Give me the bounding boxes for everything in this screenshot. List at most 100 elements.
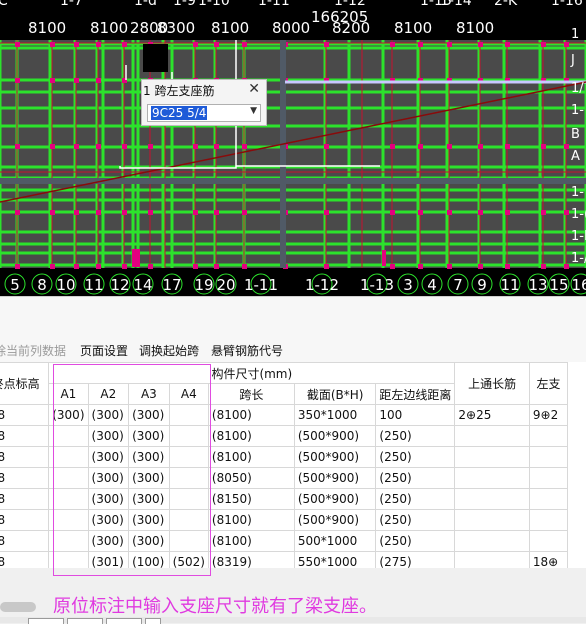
cell-top[interactable] — [454, 488, 530, 510]
cell-section[interactable]: 500*1000 — [293, 530, 377, 552]
cell-elev[interactable]: 1.8 — [0, 404, 50, 426]
cell-a4[interactable] — [168, 404, 209, 426]
table-row[interactable]: 1.8 (300)(300) (8150)(500*900)(250) — [0, 488, 569, 510]
cell-a4[interactable] — [168, 467, 209, 489]
cell-span[interactable]: (8319) — [207, 551, 295, 568]
cell-span[interactable]: (8100) — [207, 404, 295, 426]
cell-a4[interactable] — [168, 509, 209, 531]
cell-a3[interactable]: (300) — [128, 425, 170, 447]
cell-dist[interactable]: (275) — [375, 551, 456, 568]
cell-a2[interactable]: (301) — [87, 551, 130, 568]
cell-top[interactable] — [454, 425, 530, 447]
cad-canvas[interactable]: 1-C1-71-d1-91-101-111-121-131-142-K1-161… — [0, 0, 586, 296]
cell-a4[interactable] — [168, 425, 209, 447]
table-row[interactable]: 1.8 (300)(300) (8050)(500*900)(250) — [0, 467, 569, 489]
table-row[interactable]: 1.8 (300)(300) (8100)(500*900)(250) — [0, 509, 569, 531]
cell-section[interactable]: (500*900) — [293, 425, 377, 447]
cell-a4[interactable]: (502) — [168, 551, 209, 568]
dropdown-arrow-icon[interactable]: ▼ — [250, 106, 257, 116]
cell-a2[interactable]: (300) — [87, 488, 130, 510]
cell-section[interactable]: (500*900) — [293, 488, 377, 510]
cell-elev[interactable]: 1.8 — [0, 446, 50, 468]
horizontal-scrollbar[interactable] — [0, 602, 36, 612]
cell-a2[interactable]: (300) — [87, 425, 130, 447]
cell-a3[interactable]: (100) — [128, 551, 170, 568]
table-row[interactable]: 1.8 (300)(300) (8100)500*1000(250) — [0, 530, 569, 552]
cell-section[interactable]: 350*1000 — [293, 404, 377, 426]
cell-span[interactable]: (8100) — [207, 446, 295, 468]
cell-elev[interactable]: 1.8 — [0, 425, 50, 447]
cell-a4[interactable] — [168, 446, 209, 468]
cell-a3[interactable]: (300) — [128, 509, 170, 531]
cell-dist[interactable]: (250) — [375, 425, 456, 447]
cell-a1[interactable] — [48, 467, 89, 489]
cell-left[interactable] — [528, 467, 569, 489]
cell-elev[interactable]: 1.8 — [0, 467, 50, 489]
table-row[interactable]: 1.8(300)(300)(300)(8100)350*10001002⊕259… — [0, 404, 569, 426]
cell-span[interactable]: (8050) — [207, 467, 295, 489]
cell-a4[interactable] — [168, 488, 209, 510]
cell-top[interactable] — [454, 530, 530, 552]
cell-a1[interactable] — [48, 425, 89, 447]
cell-elev[interactable]: 1.8 — [0, 551, 50, 568]
cell-span[interactable]: (8100) — [207, 530, 295, 552]
cell-top[interactable] — [454, 467, 530, 489]
cell-dist[interactable]: (250) — [375, 530, 456, 552]
sheet-tab[interactable] — [28, 618, 64, 624]
cell-a2[interactable]: (300) — [87, 467, 130, 489]
cell-a1[interactable] — [48, 551, 89, 568]
cell-a1[interactable] — [48, 488, 89, 510]
cell-a2[interactable]: (300) — [87, 446, 130, 468]
rebar-input-value[interactable]: 9C25 5/4 — [151, 106, 208, 120]
cell-dist[interactable]: (250) — [375, 509, 456, 531]
cell-elev[interactable]: 1.8 — [0, 509, 50, 531]
cell-top[interactable] — [454, 551, 530, 568]
cell-a1[interactable] — [48, 446, 89, 468]
cell-top[interactable] — [454, 446, 530, 468]
cell-a1[interactable] — [48, 509, 89, 531]
sheet-tab[interactable] — [106, 618, 142, 624]
cell-section[interactable]: (500*900) — [293, 467, 377, 489]
cell-a3[interactable]: (300) — [128, 404, 170, 426]
cell-left[interactable] — [528, 488, 569, 510]
cell-a1[interactable] — [48, 530, 89, 552]
cell-top[interactable] — [454, 509, 530, 531]
cell-a2[interactable]: (300) — [87, 530, 130, 552]
close-icon[interactable]: ✕ — [248, 81, 260, 97]
cell-section[interactable]: (500*900) — [293, 446, 377, 468]
cell-a3[interactable]: (300) — [128, 530, 170, 552]
table-row[interactable]: 1.8 (300)(300) (8100)(500*900)(250) — [0, 446, 569, 468]
cell-span[interactable]: (8100) — [207, 509, 295, 531]
cell-dist[interactable]: (250) — [375, 446, 456, 468]
cell-left[interactable] — [528, 425, 569, 447]
sheet-tab[interactable] — [145, 618, 161, 624]
cell-dist[interactable]: (250) — [375, 488, 456, 510]
cell-left[interactable]: 18⊕ — [528, 551, 569, 568]
page-setup-button[interactable]: 页面设置 — [80, 342, 128, 359]
cell-a2[interactable]: (300) — [87, 509, 130, 531]
clear-column-button[interactable]: 除当前列数据 — [0, 342, 66, 359]
cell-elev[interactable]: 1.8 — [0, 530, 50, 552]
cell-a2[interactable]: (300) — [87, 404, 130, 426]
cell-span[interactable]: (8150) — [207, 488, 295, 510]
cell-top[interactable]: 2⊕25 — [454, 404, 530, 426]
rebar-input[interactable]: 9C25 5/4 ▼ — [147, 104, 261, 122]
cell-a3[interactable]: (300) — [128, 446, 170, 468]
cell-left[interactable]: 9⊕2 — [528, 404, 569, 426]
table-row[interactable]: 1.8 (300)(300) (8100)(500*900)(250) — [0, 425, 569, 447]
cell-elev[interactable]: 1.8 — [0, 488, 50, 510]
table-row[interactable]: 1.8 (301)(100)(502)(8319)550*1000(275) 18⊕ — [0, 551, 569, 568]
support-rebar-popup[interactable]: 1 跨左支座筋 ✕ 9C25 5/4 ▼ — [141, 79, 267, 126]
cell-a3[interactable]: (300) — [128, 488, 170, 510]
cell-left[interactable] — [528, 530, 569, 552]
cell-left[interactable] — [528, 509, 569, 531]
swap-start-span-button[interactable]: 调换起始跨 — [139, 342, 199, 359]
cell-section[interactable]: (500*900) — [293, 509, 377, 531]
cell-a1[interactable]: (300) — [48, 404, 89, 426]
cell-a4[interactable] — [168, 530, 209, 552]
cell-span[interactable]: (8100) — [207, 425, 295, 447]
cell-section[interactable]: 550*1000 — [293, 551, 377, 568]
sheet-tab[interactable] — [67, 618, 103, 624]
cell-dist[interactable]: (250) — [375, 467, 456, 489]
cell-dist[interactable]: 100 — [375, 404, 456, 426]
